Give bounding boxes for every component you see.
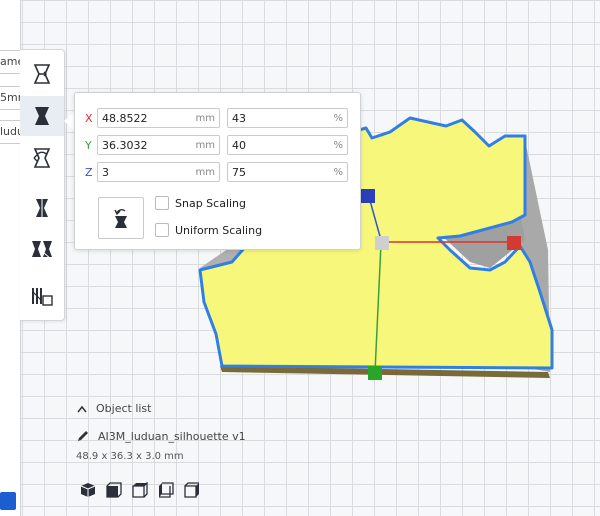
scale-tool-button[interactable] [20,96,64,136]
reset-scale-button[interactable] [98,197,144,239]
snap-scaling-checkbox[interactable] [155,196,169,210]
panel-pointer [64,112,74,130]
object-dimensions: 48.9 x 36.3 x 3.0 mm [76,451,184,462]
view-orientation-buttons [80,482,200,498]
x-size-field[interactable]: 48.8522 mm [97,108,220,128]
y-axis-label: Y [85,139,92,152]
rotate-icon [33,148,51,168]
x-percent-value: 43 [232,111,246,125]
y-size-value: 36.3032 [102,138,148,152]
z-size-unit: mm [195,166,215,178]
scale-icon [35,107,49,125]
sidebar-field-stub[interactable]: ame [0,50,20,74]
sidebar-field-stub[interactable]: luduan [0,120,20,144]
z-percent-field[interactable]: 75 % [227,162,348,182]
left-view-icon[interactable] [158,482,174,498]
move-icon [33,64,51,84]
sidebar-stub-text: luduan [0,125,20,138]
per-model-settings-tool-button[interactable] [20,230,64,270]
per-model-settings-icon [32,241,53,261]
x-size-unit: mm [195,112,215,124]
3d-view-icon[interactable] [80,482,96,498]
object-list-toggle[interactable]: Object list [76,402,246,415]
support-blocker-icon [32,288,53,306]
y-percent-value: 40 [232,138,246,152]
center-handle[interactable] [375,236,389,250]
x-percent-unit: % [333,112,343,124]
right-view-icon[interactable] [184,482,200,498]
sidebar-button-stub[interactable] [0,492,16,510]
sidebar-stub-text: 5mm [0,91,20,104]
y-size-unit: mm [195,139,215,151]
snap-scaling-option[interactable]: Snap Scaling [155,196,246,210]
uniform-scaling-checkbox[interactable] [155,223,169,237]
sidebar-field-stub[interactable]: 5mm [0,86,20,110]
move-tool-button[interactable] [20,54,64,94]
top-view-icon[interactable] [132,482,148,498]
uniform-scaling-label: Uniform Scaling [175,223,263,237]
scale-settings-panel: X 48.8522 mm 43 % Y 36.3032 mm 40 % Z 3 … [74,92,361,250]
z-axis-handle[interactable] [361,189,375,203]
reset-scale-icon [114,209,127,228]
support-blocker-tool-button[interactable] [20,276,64,316]
object-name: AI3M_luduan_silhouette v1 [98,429,246,443]
left-sidebar-edge: ame 5mm luduan [0,0,21,516]
object-list-header: Object list [96,402,152,415]
z-size-value: 3 [102,165,109,179]
snap-scaling-label: Snap Scaling [175,196,247,210]
uniform-scaling-option[interactable]: Uniform Scaling [155,223,262,237]
chevron-up-icon [77,405,87,412]
z-size-field[interactable]: 3 mm [97,162,220,182]
pencil-icon [78,431,88,441]
front-view-icon[interactable] [106,482,122,498]
mirror-icon [36,197,48,219]
x-axis-label: X [85,112,93,125]
y-percent-field[interactable]: 40 % [227,135,348,155]
y-axis-handle[interactable] [368,366,382,380]
rotate-tool-button[interactable] [20,138,64,178]
y-size-field[interactable]: 36.3032 mm [97,135,220,155]
z-percent-unit: % [333,166,343,178]
y-percent-unit: % [333,139,343,151]
x-axis-handle[interactable] [507,236,521,250]
z-axis-label: Z [85,166,93,179]
object-name-row[interactable]: AI3M_luduan_silhouette v1 [76,429,246,443]
tool-bar [20,49,65,321]
x-size-value: 48.8522 [102,111,148,125]
z-percent-value: 75 [232,165,246,179]
mirror-tool-button[interactable] [20,188,64,228]
object-info: Object list AI3M_luduan_silhouette v1 48… [76,402,246,462]
sidebar-stub-text: ame [0,55,20,68]
x-percent-field[interactable]: 43 % [227,108,348,128]
